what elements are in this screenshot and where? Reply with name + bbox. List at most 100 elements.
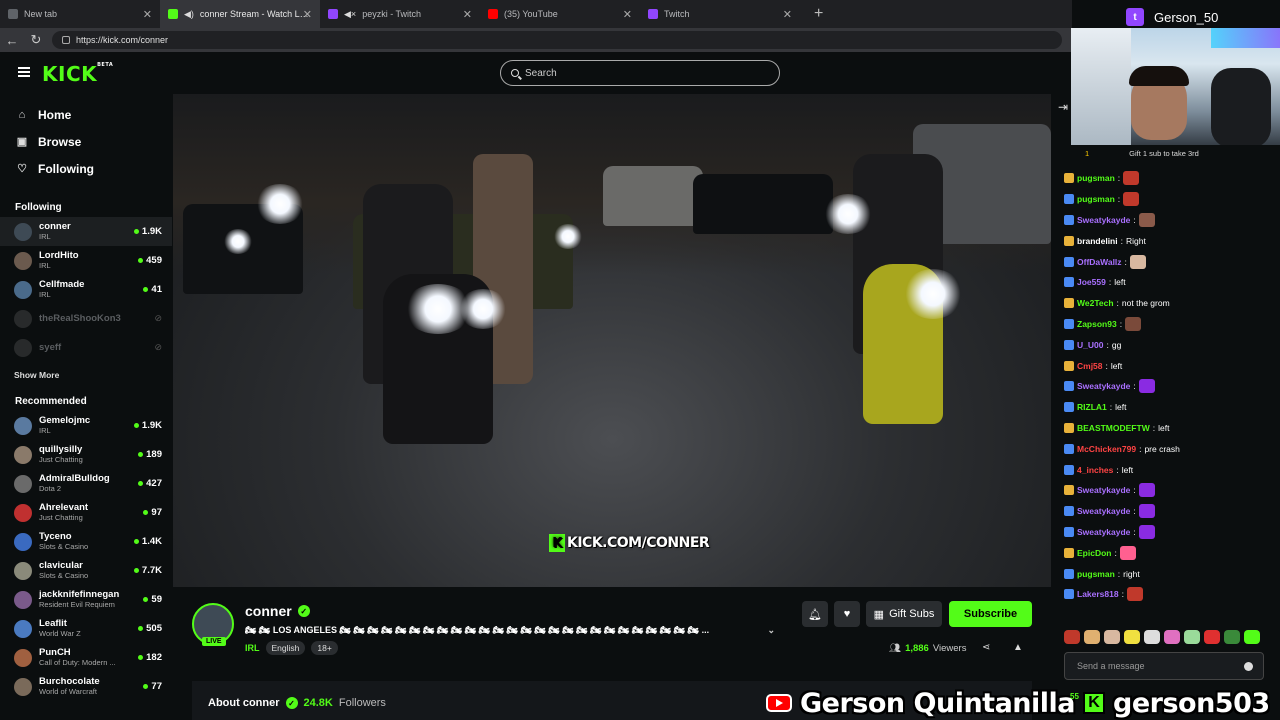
chat-emote-icon — [1138, 379, 1155, 394]
emote-icon — [1244, 630, 1260, 644]
sidebar-channel[interactable]: Tyceno Slots & Casino 1.4K — [0, 527, 172, 556]
sidebar-channel[interactable]: PunCH Call of Duty: Modern ... 182 — [0, 643, 172, 672]
sidebar-channel[interactable]: Ahrelevant Just Chatting 97 — [0, 498, 172, 527]
gift-subs-button[interactable]: ▦ Gift Subs — [866, 601, 942, 627]
category-link[interactable]: IRL — [245, 643, 260, 653]
channel-viewers: 427 — [138, 478, 162, 489]
video-car — [693, 174, 833, 234]
muted-speaker-icon[interactable]: ◀× — [344, 9, 356, 19]
url-field[interactable]: https://kick.com/conner — [52, 31, 1062, 49]
chat-username[interactable]: pugsman — [1077, 569, 1115, 579]
gift-prompt[interactable]: Gift 1 sub to take 3rd — [1129, 149, 1199, 158]
sidebar-channel[interactable]: quillysilly Just Chatting 189 — [0, 440, 172, 469]
video-player[interactable]: K KICK.COM/CONNER — [173, 94, 1051, 587]
sidebar-channel[interactable]: LordHito IRL 459 — [0, 246, 172, 275]
tag-language[interactable]: English — [265, 641, 306, 655]
chat-message: We2Tech: not the grom — [1064, 293, 1274, 314]
chat-message: brandelini: Right — [1064, 230, 1274, 251]
channel-avatar — [14, 503, 32, 522]
overlay-viewer-count: 55 — [1070, 692, 1079, 701]
share-icon[interactable]: ⋖ — [982, 642, 990, 653]
site-info-icon[interactable] — [62, 36, 70, 44]
viewer-count: 1.9K — [141, 226, 162, 237]
chat-username[interactable]: BEASTMODEFTW — [1077, 423, 1150, 433]
chat-username[interactable]: U_U00 — [1077, 340, 1103, 350]
live-dot-icon — [143, 287, 149, 292]
chevron-down-icon[interactable]: ⌄ — [767, 625, 775, 636]
sidebar-channel[interactable]: Gemelojmc IRL 1.9K — [0, 411, 172, 440]
viewer-count: 77 — [151, 681, 162, 692]
chat-username[interactable]: OffDaWallz — [1077, 257, 1122, 267]
browser-tab[interactable]: ◀× peyzki - Twitch ✕ — [320, 0, 480, 28]
reload-icon[interactable]: ↻ — [24, 32, 48, 48]
follow-heart-button[interactable]: ♥ — [834, 601, 860, 627]
emoji-picker-icon[interactable] — [1244, 662, 1253, 671]
close-tab-icon[interactable]: ✕ — [303, 8, 312, 21]
sidebar-channel[interactable]: theRealShooKon3 ⊘ — [0, 304, 172, 333]
menu-hamburger-icon[interactable] — [18, 67, 30, 77]
subscribe-label: Subscribe — [963, 608, 1018, 620]
nav-following[interactable]: ♡ Following — [0, 155, 172, 182]
streamer-name[interactable]: conner — [245, 603, 292, 619]
chat-messages: pugsman: pugsman: Sweatykayde: brandelini: R… — [1064, 168, 1274, 605]
sidebar-channel[interactable]: Leaflit World War Z 505 — [0, 614, 172, 643]
chat-username[interactable]: Sweatykayde — [1077, 381, 1130, 391]
streamer-name-banner: Gerson Quintanilla K gerson503 — [766, 686, 1270, 720]
browser-tab[interactable]: New tab ✕ — [0, 0, 160, 28]
subscriber-badge-icon — [1064, 256, 1074, 267]
sidebar-channel[interactable]: Cellfmade IRL 41 — [0, 275, 172, 304]
chat-input[interactable]: Send a message — [1064, 652, 1264, 680]
browser-tab[interactable]: (35) YouTube ✕ — [480, 0, 640, 28]
subscribe-button[interactable]: Subscribe — [949, 601, 1032, 627]
new-tab-plus-icon[interactable]: + — [814, 5, 823, 23]
close-tab-icon[interactable]: ✕ — [623, 8, 632, 21]
browser-tab[interactable]: Twitch ✕ — [640, 0, 800, 28]
search-input[interactable]: Search — [500, 60, 780, 86]
report-warning-icon[interactable]: ▲ — [1013, 642, 1023, 653]
collapse-chat-icon[interactable]: ⇥ — [1058, 100, 1068, 114]
chat-username[interactable]: Sweatykayde — [1077, 527, 1130, 537]
sidebar-channel[interactable]: jackknifefinnegan Resident Evil Requiem 59 — [0, 585, 172, 614]
chat-username[interactable]: 4_inches — [1077, 465, 1113, 475]
close-tab-icon[interactable]: ✕ — [463, 8, 472, 21]
chat-username[interactable]: McChicken799 — [1077, 444, 1136, 454]
chat-username[interactable]: Sweatykayde — [1077, 506, 1130, 516]
chat-username[interactable]: pugsman — [1077, 194, 1115, 204]
chat-username[interactable]: Joe559 — [1077, 277, 1106, 287]
chat-separator: : — [1152, 422, 1156, 433]
close-tab-icon[interactable]: ✕ — [783, 8, 792, 21]
chat-username[interactable]: EpicDon — [1077, 548, 1111, 558]
chat-username[interactable]: RIZLA1 — [1077, 402, 1107, 412]
chat-username[interactable]: brandelini — [1077, 236, 1118, 246]
tag-mature[interactable]: 18+ — [311, 641, 338, 655]
sidebar-channel[interactable]: AdmiralBulldog Dota 2 427 — [0, 469, 172, 498]
gift-icon: ▦ — [873, 608, 885, 621]
sidebar-channel[interactable]: conner IRL 1.9K — [0, 217, 172, 246]
sidebar-channel[interactable]: Burchocolate World of Warcraft 77 — [0, 672, 172, 701]
chat-username[interactable]: Sweatykayde — [1077, 485, 1130, 495]
back-arrow-icon[interactable]: ← — [0, 33, 24, 48]
chat-username[interactable]: We2Tech — [1077, 298, 1114, 308]
channel-viewers: 1.4K — [133, 536, 162, 547]
chat-username[interactable]: Sweatykayde — [1077, 215, 1130, 225]
chat-separator: : — [1108, 277, 1112, 288]
kick-logo[interactable]: KICKBETA — [42, 62, 113, 86]
show-more-link[interactable]: Show More — [0, 370, 172, 380]
sidebar-channel[interactable]: syeff ⊘ — [0, 333, 172, 362]
chat-username[interactable]: Zapson93 — [1077, 319, 1117, 329]
browser-tab-active[interactable]: ◀) conner Stream - Watch Live on Kick ✕ — [160, 0, 320, 28]
chat-username[interactable]: Lakers818 — [1077, 589, 1119, 599]
nav-browse[interactable]: ▣ Browse — [0, 128, 172, 155]
chat-message: Cmj58: left — [1064, 355, 1274, 376]
speaker-icon[interactable]: ◀) — [184, 9, 194, 19]
subscriber-badge-icon — [1064, 485, 1074, 496]
nav-home[interactable]: ⌂ Home — [0, 101, 172, 128]
subscriber-badge-icon — [1064, 506, 1074, 517]
chat-emote-icon — [1138, 524, 1155, 539]
notification-bell-button[interactable]: 🔔︎ — [802, 601, 828, 627]
chat-username[interactable]: Cmj58 — [1077, 361, 1103, 371]
chat-input-placeholder: Send a message — [1077, 661, 1145, 671]
sidebar-channel[interactable]: clavicular Slots & Casino 7.7K — [0, 556, 172, 585]
close-tab-icon[interactable]: ✕ — [143, 8, 152, 21]
chat-username[interactable]: pugsman — [1077, 173, 1115, 183]
